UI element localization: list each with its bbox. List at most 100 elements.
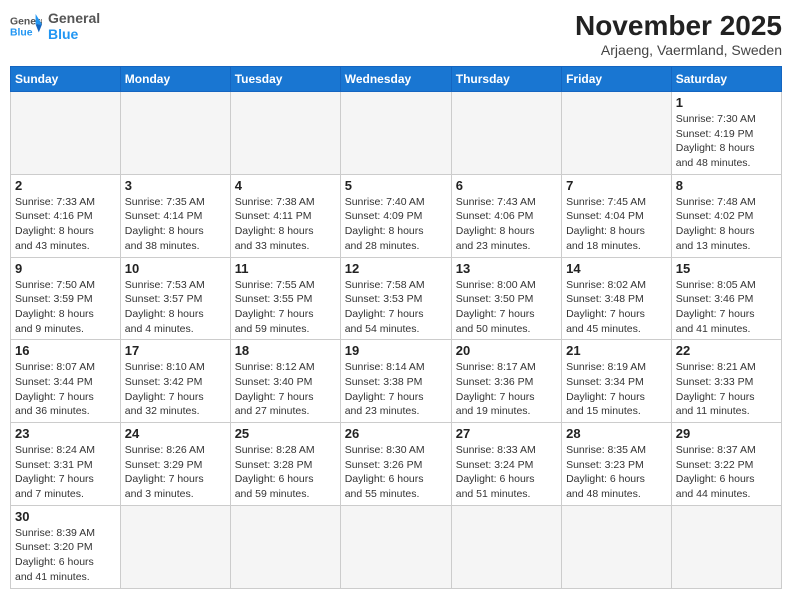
logo-icon: General Blue — [10, 10, 42, 42]
calendar-week-row: 30 Sunrise: 8:39 AM Sunset: 3:20 PM Dayli… — [11, 505, 782, 588]
calendar-cell: 30 Sunrise: 8:39 AM Sunset: 3:20 PM Dayli… — [11, 505, 121, 588]
calendar-week-row: 1 Sunrise: 7:30 AM Sunset: 4:19 PM Daylig… — [11, 92, 782, 175]
day-number: 10 — [125, 261, 226, 276]
weekday-saturday: Saturday — [671, 67, 781, 92]
calendar-cell: 24 Sunrise: 8:26 AM Sunset: 3:29 PM Dayli… — [120, 423, 230, 506]
day-info: Sunrise: 8:19 AM Sunset: 3:34 PM Dayligh… — [566, 360, 667, 419]
calendar-week-row: 16 Sunrise: 8:07 AM Sunset: 3:44 PM Dayli… — [11, 340, 782, 423]
calendar-cell — [451, 92, 561, 175]
day-number: 2 — [15, 178, 116, 193]
calendar-cell: 13 Sunrise: 8:00 AM Sunset: 3:50 PM Dayli… — [451, 257, 561, 340]
day-number: 11 — [235, 261, 336, 276]
day-info: Sunrise: 8:21 AM Sunset: 3:33 PM Dayligh… — [676, 360, 777, 419]
calendar-cell — [562, 505, 672, 588]
day-info: Sunrise: 7:45 AM Sunset: 4:04 PM Dayligh… — [566, 195, 667, 254]
calendar-cell: 1 Sunrise: 7:30 AM Sunset: 4:19 PM Daylig… — [671, 92, 781, 175]
calendar-cell: 12Sunrise: 7:58 AM Sunset: 3:53 PM Dayli… — [340, 257, 451, 340]
weekday-thursday: Thursday — [451, 67, 561, 92]
location-subtitle: Arjaeng, Vaermland, Sweden — [575, 42, 782, 58]
day-info: Sunrise: 8:05 AM Sunset: 3:46 PM Dayligh… — [676, 278, 777, 337]
calendar-cell: 3 Sunrise: 7:35 AM Sunset: 4:14 PM Daylig… — [120, 174, 230, 257]
calendar-cell: 14 Sunrise: 8:02 AM Sunset: 3:48 PM Dayli… — [562, 257, 672, 340]
calendar-cell — [230, 92, 340, 175]
day-number: 5 — [345, 178, 447, 193]
weekday-tuesday: Tuesday — [230, 67, 340, 92]
page-header: General Blue General Blue November 2025 … — [10, 10, 782, 58]
day-info: Sunrise: 7:35 AM Sunset: 4:14 PM Dayligh… — [125, 195, 226, 254]
day-number: 1 — [676, 95, 777, 110]
day-info: Sunrise: 8:33 AM Sunset: 3:24 PM Dayligh… — [456, 443, 557, 502]
weekday-sunday: Sunday — [11, 67, 121, 92]
day-number: 23 — [15, 426, 116, 441]
day-info: Sunrise: 7:58 AM Sunset: 3:53 PM Dayligh… — [345, 278, 447, 337]
day-info: Sunrise: 8:17 AM Sunset: 3:36 PM Dayligh… — [456, 360, 557, 419]
logo: General Blue General Blue — [10, 10, 100, 42]
calendar-cell: 7 Sunrise: 7:45 AM Sunset: 4:04 PM Daylig… — [562, 174, 672, 257]
calendar-cell: 18Sunrise: 8:12 AM Sunset: 3:40 PM Dayli… — [230, 340, 340, 423]
calendar-cell — [562, 92, 672, 175]
calendar-cell: 23Sunrise: 8:24 AM Sunset: 3:31 PM Dayli… — [11, 423, 121, 506]
calendar-cell — [120, 505, 230, 588]
day-info: Sunrise: 7:33 AM Sunset: 4:16 PM Dayligh… — [15, 195, 116, 254]
day-number: 15 — [676, 261, 777, 276]
day-info: Sunrise: 8:00 AM Sunset: 3:50 PM Dayligh… — [456, 278, 557, 337]
day-info: Sunrise: 8:28 AM Sunset: 3:28 PM Dayligh… — [235, 443, 336, 502]
calendar-cell: 6Sunrise: 7:43 AM Sunset: 4:06 PM Daylig… — [451, 174, 561, 257]
calendar-cell — [11, 92, 121, 175]
calendar-body: 1 Sunrise: 7:30 AM Sunset: 4:19 PM Daylig… — [11, 92, 782, 589]
day-info: Sunrise: 7:40 AM Sunset: 4:09 PM Dayligh… — [345, 195, 447, 254]
calendar-cell — [120, 92, 230, 175]
day-number: 3 — [125, 178, 226, 193]
logo-general-text: General — [48, 10, 100, 26]
day-number: 25 — [235, 426, 336, 441]
day-number: 7 — [566, 178, 667, 193]
day-number: 19 — [345, 343, 447, 358]
day-info: Sunrise: 7:38 AM Sunset: 4:11 PM Dayligh… — [235, 195, 336, 254]
svg-text:Blue: Blue — [10, 28, 33, 39]
day-info: Sunrise: 7:53 AM Sunset: 3:57 PM Dayligh… — [125, 278, 226, 337]
calendar-cell: 20 Sunrise: 8:17 AM Sunset: 3:36 PM Dayli… — [451, 340, 561, 423]
calendar-cell: 4Sunrise: 7:38 AM Sunset: 4:11 PM Daylig… — [230, 174, 340, 257]
day-number: 16 — [15, 343, 116, 358]
day-info: Sunrise: 7:55 AM Sunset: 3:55 PM Dayligh… — [235, 278, 336, 337]
day-info: Sunrise: 8:39 AM Sunset: 3:20 PM Dayligh… — [15, 526, 116, 585]
weekday-friday: Friday — [562, 67, 672, 92]
day-info: Sunrise: 8:02 AM Sunset: 3:48 PM Dayligh… — [566, 278, 667, 337]
day-info: Sunrise: 8:07 AM Sunset: 3:44 PM Dayligh… — [15, 360, 116, 419]
day-number: 6 — [456, 178, 557, 193]
calendar-cell: 26Sunrise: 8:30 AM Sunset: 3:26 PM Dayli… — [340, 423, 451, 506]
calendar-cell — [230, 505, 340, 588]
calendar-week-row: 9Sunrise: 7:50 AM Sunset: 3:59 PM Daylig… — [11, 257, 782, 340]
calendar-table: SundayMondayTuesdayWednesdayThursdayFrid… — [10, 66, 782, 589]
day-info: Sunrise: 8:14 AM Sunset: 3:38 PM Dayligh… — [345, 360, 447, 419]
day-info: Sunrise: 8:26 AM Sunset: 3:29 PM Dayligh… — [125, 443, 226, 502]
day-number: 20 — [456, 343, 557, 358]
calendar-cell: 16 Sunrise: 8:07 AM Sunset: 3:44 PM Dayli… — [11, 340, 121, 423]
day-info: Sunrise: 8:37 AM Sunset: 3:22 PM Dayligh… — [676, 443, 777, 502]
day-number: 24 — [125, 426, 226, 441]
calendar-cell: 2 Sunrise: 7:33 AM Sunset: 4:16 PM Daylig… — [11, 174, 121, 257]
calendar-cell — [451, 505, 561, 588]
day-number: 30 — [15, 509, 116, 524]
day-number: 28 — [566, 426, 667, 441]
day-number: 13 — [456, 261, 557, 276]
calendar-cell — [671, 505, 781, 588]
day-number: 14 — [566, 261, 667, 276]
day-info: Sunrise: 7:30 AM Sunset: 4:19 PM Dayligh… — [676, 112, 777, 171]
logo-blue-text: Blue — [48, 26, 100, 42]
calendar-cell: 29Sunrise: 8:37 AM Sunset: 3:22 PM Dayli… — [671, 423, 781, 506]
calendar-cell: 8Sunrise: 7:48 AM Sunset: 4:02 PM Daylig… — [671, 174, 781, 257]
calendar-cell: 10 Sunrise: 7:53 AM Sunset: 3:57 PM Dayli… — [120, 257, 230, 340]
calendar-cell: 28 Sunrise: 8:35 AM Sunset: 3:23 PM Dayli… — [562, 423, 672, 506]
day-info: Sunrise: 8:35 AM Sunset: 3:23 PM Dayligh… — [566, 443, 667, 502]
day-number: 27 — [456, 426, 557, 441]
calendar-cell — [340, 92, 451, 175]
calendar-cell: 11 Sunrise: 7:55 AM Sunset: 3:55 PM Dayli… — [230, 257, 340, 340]
day-number: 9 — [15, 261, 116, 276]
day-info: Sunrise: 8:10 AM Sunset: 3:42 PM Dayligh… — [125, 360, 226, 419]
calendar-week-row: 2 Sunrise: 7:33 AM Sunset: 4:16 PM Daylig… — [11, 174, 782, 257]
calendar-cell: 9Sunrise: 7:50 AM Sunset: 3:59 PM Daylig… — [11, 257, 121, 340]
weekday-monday: Monday — [120, 67, 230, 92]
calendar-cell: 21Sunrise: 8:19 AM Sunset: 3:34 PM Dayli… — [562, 340, 672, 423]
day-number: 26 — [345, 426, 447, 441]
